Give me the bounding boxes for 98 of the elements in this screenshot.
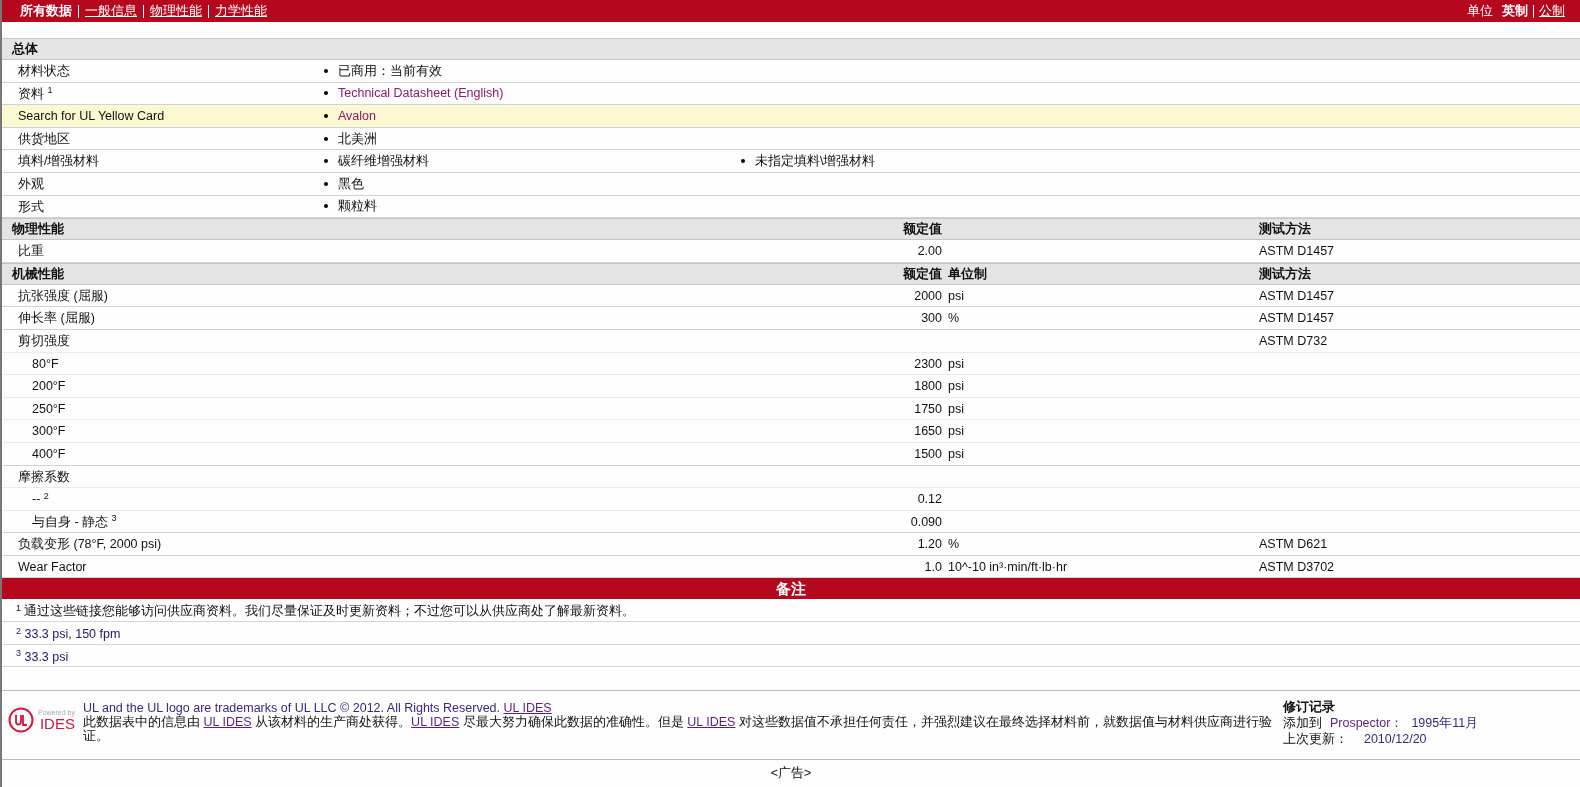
bullet-icon (741, 159, 745, 164)
column-header: 额定值 (903, 221, 942, 237)
unit-text: % (948, 537, 960, 552)
bullet-icon (324, 181, 328, 186)
trademark-text: UL and the UL logo are trademarks of UL LLC © 2012. All Rights Reserved. UL IDES (81, 701, 553, 716)
property-value: 300 (921, 311, 942, 326)
property-label: 负载变形 (78°F, 2000 psi) (18, 537, 162, 552)
unit-text: psi (948, 446, 964, 461)
property-label: 供货地区 (18, 131, 70, 146)
ides-logo-text: IDES (39, 717, 75, 732)
updated-date: 2010/12/20 (1363, 731, 1427, 748)
property-label: 填料/增强材料 (18, 154, 100, 169)
property-label: 摩擦系数 (18, 469, 70, 484)
test-method: ASTM D3702 (1259, 559, 1335, 574)
unit-option[interactable]: 英制 (1497, 0, 1533, 22)
property-value: 0.12 (917, 492, 942, 507)
column-header: 单位制 (948, 265, 987, 281)
property-label: 250°F (32, 401, 66, 416)
property-label: 抗张强度 (屈服) (18, 288, 108, 303)
property-label: 200°F (32, 379, 66, 394)
ul-logo-icon (8, 707, 34, 734)
property-label: 300°F (32, 424, 66, 439)
note-text: $^{3}$ 33.3 psi (2, 644, 1580, 668)
unit-text: psi (948, 288, 964, 303)
property-label: -- $^{2}$ (32, 492, 49, 507)
nav-tab[interactable]: 物理性能 (144, 0, 208, 22)
test-method: ASTM D1457 (1259, 244, 1335, 259)
property-value: 1650 (914, 424, 942, 439)
property-value: 已商用：当前有效 (338, 62, 442, 80)
section-title: 机械性能 (10, 265, 64, 281)
property-value: 未指定填料\增强材料 (755, 153, 876, 171)
property-value: 1800 (914, 379, 942, 394)
prospector-link[interactable]: Prospector： (1329, 715, 1404, 732)
property-label: 80°F (32, 356, 59, 371)
note-text: $^{1}$ 通过这些链接您能够访问供应商资料。我们尽量保证及时更新资料；不过您可以从供应商处了解最新资料。 (2, 599, 1580, 623)
ul-ides-link[interactable]: UL IDES (503, 701, 552, 716)
property-value: 北美洲 (338, 130, 377, 148)
property-label: 与自身 - 静态 $^{3}$ (32, 514, 117, 529)
value-link[interactable]: Technical Datasheet (English) (338, 82, 504, 105)
value-link[interactable]: Avalon (338, 105, 376, 127)
bullet-icon (324, 91, 328, 96)
property-value: 1750 (914, 401, 942, 416)
property-label: 外观 (18, 176, 44, 191)
nav-tab[interactable]: 力学性能 (209, 0, 273, 22)
property-label: 形式 (18, 199, 44, 214)
disclaimer-text: 此数据表中的信息由 UL IDES 从该材料的生产商处获得。UL IDES 尽最大努力确保此数据的准确性。但是 UL IDES 对这些数据值不承担任何责任，并强烈建议在最终选择材料前，就数据值与材料供应商进行验证。 (81, 715, 1273, 744)
column-header: 测试方法 (1259, 221, 1311, 237)
section-title: 总体 (10, 40, 38, 58)
property-label: 伸长率 (屈服) (18, 311, 95, 326)
property-label: 400°F (32, 446, 66, 461)
property-value: 2000 (914, 288, 942, 303)
unit-text: psi (948, 379, 964, 394)
test-method: ASTM D732 (1259, 333, 1328, 348)
property-value: 1500 (914, 446, 942, 461)
unit-text: psi (948, 424, 964, 439)
bullet-icon (324, 159, 328, 164)
note-text: $^{2}$ 33.3 psi, 150 fpm (2, 622, 1580, 645)
property-value: 颗粒料 (338, 198, 377, 216)
nav-tab[interactable]: 所有数据 (14, 0, 78, 22)
property-value: 2.00 (917, 244, 942, 259)
property-value: 1.20 (917, 537, 942, 552)
section-title: 物理性能 (11, 221, 64, 237)
property-label: 比重 (18, 244, 44, 259)
property-label: Wear Factor (18, 559, 87, 574)
property-value: 黑色 (338, 175, 364, 193)
ad-label: <广告> (770, 766, 812, 781)
ul-ides-link[interactable]: UL IDES (411, 715, 460, 730)
notes-title: 备注 (2, 578, 1580, 600)
property-label: 剪切强度 (18, 333, 70, 348)
unit-option[interactable]: 公制 (1534, 0, 1570, 22)
property-label: 资料 $^{1}$ (18, 86, 53, 101)
column-header: 额定值 (903, 265, 942, 281)
test-method: ASTM D1457 (1259, 288, 1335, 303)
ul-ides-link[interactable]: UL IDES (203, 715, 252, 730)
bullet-icon (324, 68, 328, 73)
unit-text: % (948, 311, 960, 326)
property-value: 1.0 (924, 559, 942, 574)
ul-ides-link[interactable]: UL IDES (687, 715, 736, 730)
unit-text: 10^-10 in³·min/ft·lb·hr (948, 559, 1068, 574)
column-header: 测试方法 (1259, 265, 1311, 281)
added-label: 添加到 (1282, 715, 1322, 732)
unit-text: psi (948, 356, 964, 371)
bullet-icon (324, 204, 328, 209)
property-value: 碳纤维增强材料 (338, 153, 429, 171)
bullet-icon (324, 114, 328, 118)
updated-label: 上次更新： (1282, 731, 1348, 748)
test-method: ASTM D1457 (1259, 311, 1335, 326)
property-value: 0.090 (910, 514, 942, 529)
property-label: Search for UL Yellow Card (18, 109, 165, 124)
added-date: 1995年11月 (1411, 715, 1479, 732)
test-method: ASTM D621 (1259, 537, 1328, 552)
unit-text: psi (948, 401, 964, 416)
units-label: 单位 (1467, 2, 1493, 21)
revision-title: 修订记录 (1282, 699, 1336, 716)
property-label: 材料状态 (18, 64, 70, 78)
bullet-icon (324, 136, 328, 141)
nav-tab[interactable]: 一般信息 (79, 0, 143, 22)
property-value: 2300 (914, 356, 942, 371)
